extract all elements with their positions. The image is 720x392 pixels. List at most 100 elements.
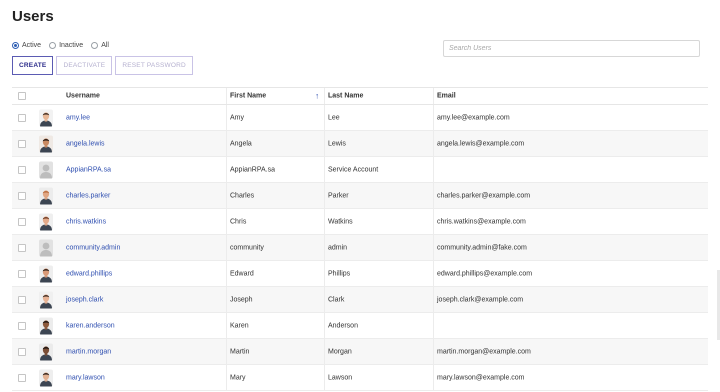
email-cell: amy.lee@example.com — [437, 114, 510, 121]
column-divider — [433, 183, 434, 208]
column-divider — [226, 209, 227, 234]
first-name-cell: Karen — [230, 322, 249, 329]
table-row[interactable]: community.admin community admin communit… — [12, 235, 708, 261]
column-divider — [226, 183, 227, 208]
username-link[interactable]: joseph.clark — [66, 296, 103, 303]
avatar — [39, 213, 53, 230]
table-header: Username First Name ↑ Last Name Email — [12, 87, 708, 105]
column-divider — [433, 157, 434, 182]
row-checkbox[interactable] — [18, 295, 26, 304]
username-link[interactable]: angela.lewis — [66, 140, 105, 147]
column-divider — [324, 339, 325, 364]
radio-inactive[interactable] — [49, 41, 57, 49]
table-row[interactable]: edward.phillips Edward Phillips edward.p… — [12, 261, 708, 287]
filter-label-inactive: Inactive — [59, 41, 84, 49]
last-name-cell: Clark — [328, 296, 345, 303]
row-checkbox[interactable] — [18, 321, 26, 330]
username-link[interactable]: edward.phillips — [66, 270, 112, 277]
avatar — [39, 187, 53, 204]
column-divider — [433, 287, 434, 312]
row-checkbox[interactable] — [18, 243, 26, 252]
column-divider — [324, 131, 325, 156]
table-row[interactable]: angela.lewis Angela Lewis angela.lewis@e… — [12, 131, 708, 157]
row-checkbox[interactable] — [18, 191, 26, 200]
email-cell: angela.lewis@example.com — [437, 140, 525, 147]
table-row[interactable]: amy.lee Amy Lee amy.lee@example.com — [12, 105, 708, 131]
username-link[interactable]: charles.parker — [66, 192, 110, 199]
last-name-cell: Service Account — [328, 166, 379, 173]
table-row[interactable]: chris.watkins Chris Watkins chris.watkin… — [12, 209, 708, 235]
username-link[interactable]: mary.lawson — [66, 374, 105, 381]
table-row[interactable]: karen.anderson Karen Anderson — [12, 313, 708, 339]
avatar — [39, 239, 53, 256]
column-divider — [324, 183, 325, 208]
select-all-checkbox[interactable] — [18, 92, 26, 100]
column-divider — [226, 105, 227, 130]
filter-label-all: All — [101, 41, 109, 49]
sort-ascending-icon[interactable]: ↑ — [315, 92, 319, 101]
last-name-cell: Morgan — [328, 348, 352, 355]
column-header-email[interactable]: Email — [437, 93, 456, 100]
email-cell: joseph.clark@example.com — [437, 296, 524, 303]
toolbar: CREATE DEACTIVATE RESET PASSWORD — [12, 56, 193, 75]
column-divider — [433, 365, 434, 390]
column-divider — [324, 365, 325, 390]
first-name-cell: Chris — [230, 218, 247, 225]
username-link[interactable]: martin.morgan — [66, 348, 111, 355]
column-divider — [226, 235, 227, 260]
first-name-cell: Edward — [230, 270, 254, 277]
table-row[interactable]: joseph.clark Joseph Clark joseph.clark@e… — [12, 287, 708, 313]
column-divider — [433, 209, 434, 234]
first-name-cell: Mary — [230, 374, 246, 381]
filter-option-inactive[interactable]: Inactive — [49, 41, 84, 49]
column-divider — [324, 287, 325, 312]
deactivate-button[interactable]: DEACTIVATE — [56, 56, 113, 75]
filter-label-active: Active — [22, 41, 42, 49]
row-checkbox[interactable] — [18, 347, 26, 356]
avatar — [39, 161, 53, 178]
table-row[interactable]: mary.lawson Mary Lawson mary.lawson@exam… — [12, 365, 708, 391]
avatar — [39, 135, 53, 152]
avatar — [39, 317, 53, 334]
last-name-cell: Parker — [328, 192, 349, 199]
search-input[interactable] — [443, 40, 700, 57]
table-row[interactable]: charles.parker Charles Parker charles.pa… — [12, 183, 708, 209]
column-header-first-name[interactable]: First Name — [230, 93, 266, 100]
first-name-cell: Joseph — [230, 296, 253, 303]
row-checkbox[interactable] — [18, 165, 26, 174]
table-row[interactable]: AppianRPA.sa AppianRPA.sa Service Accoun… — [12, 157, 708, 183]
row-checkbox[interactable] — [18, 269, 26, 278]
last-name-cell: admin — [328, 244, 348, 251]
column-header-username[interactable]: Username — [66, 93, 100, 100]
column-divider — [226, 339, 227, 364]
users-table: Username First Name ↑ Last Name Email am… — [12, 87, 708, 391]
column-header-last-name[interactable]: Last Name — [328, 93, 363, 100]
reset-password-button[interactable]: RESET PASSWORD — [115, 56, 193, 75]
first-name-cell: Charles — [230, 192, 255, 199]
create-button[interactable]: CREATE — [12, 56, 54, 75]
avatar — [39, 343, 53, 360]
column-divider — [226, 287, 227, 312]
avatar — [39, 291, 53, 308]
row-checkbox[interactable] — [18, 113, 26, 122]
column-divider — [433, 261, 434, 286]
avatar — [39, 265, 53, 282]
username-link[interactable]: chris.watkins — [66, 218, 106, 225]
username-link[interactable]: community.admin — [66, 244, 120, 251]
radio-all[interactable] — [91, 41, 99, 49]
filter-option-active[interactable]: Active — [12, 41, 42, 49]
radio-active[interactable] — [12, 41, 19, 49]
column-divider — [324, 235, 325, 260]
last-name-cell: Watkins — [328, 218, 353, 225]
column-divider — [324, 88, 325, 104]
username-link[interactable]: karen.anderson — [66, 322, 115, 329]
username-link[interactable]: AppianRPA.sa — [66, 166, 111, 173]
column-divider — [324, 261, 325, 286]
table-row[interactable]: martin.morgan Martin Morgan martin.morga… — [12, 339, 708, 365]
username-link[interactable]: amy.lee — [66, 114, 90, 121]
row-checkbox[interactable] — [18, 139, 26, 148]
row-checkbox[interactable] — [18, 217, 26, 226]
filter-option-all[interactable]: All — [91, 41, 109, 49]
column-divider — [226, 261, 227, 286]
row-checkbox[interactable] — [18, 373, 26, 382]
